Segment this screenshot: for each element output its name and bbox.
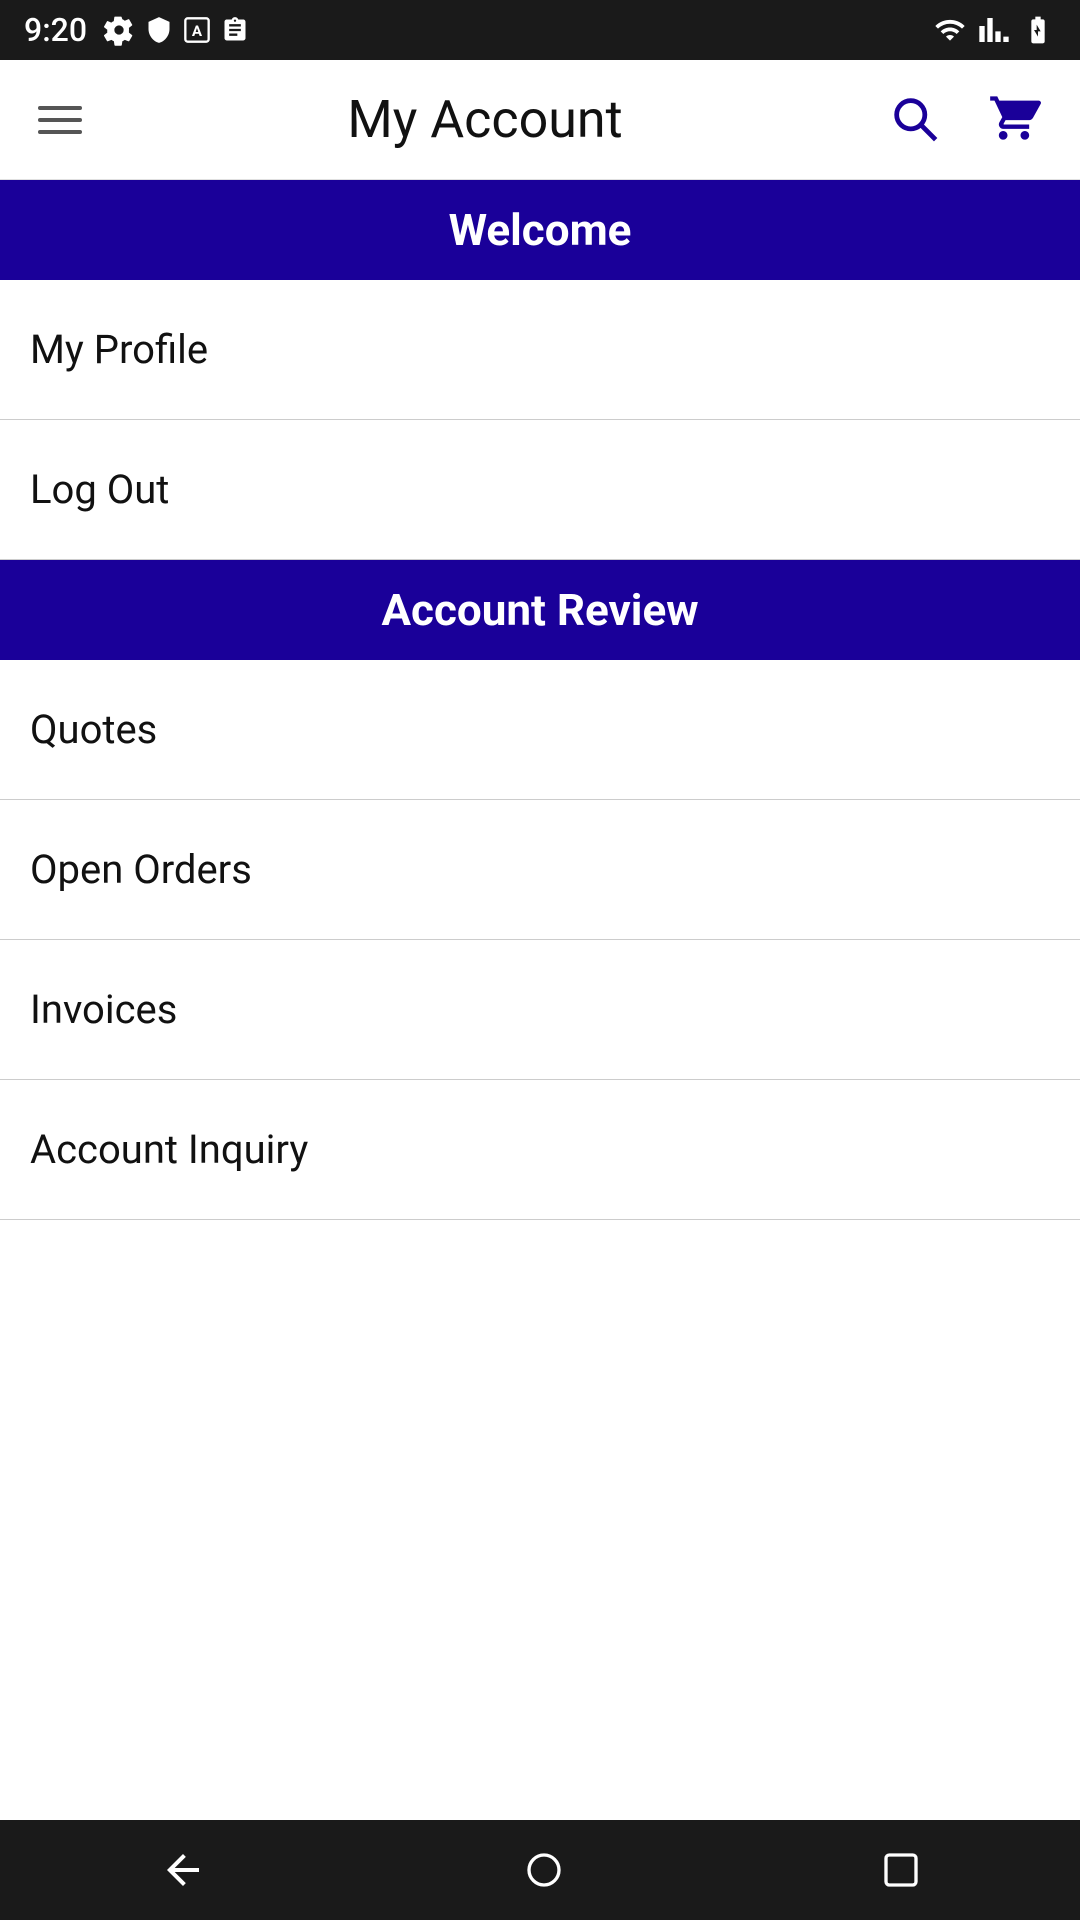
app-bar: My Account bbox=[0, 60, 1080, 180]
recents-icon bbox=[881, 1850, 921, 1890]
back-button[interactable] bbox=[159, 1846, 207, 1894]
status-icons-right bbox=[932, 14, 1056, 46]
account-review-header-text: Account Review bbox=[381, 584, 698, 636]
battery-icon bbox=[1020, 14, 1056, 46]
welcome-header-text: Welcome bbox=[449, 204, 632, 256]
recents-button[interactable] bbox=[881, 1850, 921, 1890]
hamburger-icon bbox=[38, 106, 82, 134]
hamburger-menu-button[interactable] bbox=[30, 98, 90, 142]
open-orders-item[interactable]: Open Orders bbox=[0, 800, 1080, 940]
open-orders-label: Open Orders bbox=[30, 846, 252, 893]
a-icon: A bbox=[183, 14, 211, 46]
svg-text:A: A bbox=[192, 22, 203, 40]
status-bar: 9:20 A bbox=[0, 0, 1080, 60]
bottom-navigation bbox=[0, 1820, 1080, 1920]
home-icon bbox=[524, 1850, 564, 1890]
wifi-icon bbox=[932, 14, 968, 46]
my-profile-item[interactable]: My Profile bbox=[0, 280, 1080, 420]
cart-icon bbox=[986, 92, 1042, 144]
invoices-item[interactable]: Invoices bbox=[0, 940, 1080, 1080]
invoices-label: Invoices bbox=[30, 986, 177, 1033]
welcome-section-header: Welcome bbox=[0, 180, 1080, 280]
search-button[interactable] bbox=[880, 84, 948, 155]
account-inquiry-label: Account Inquiry bbox=[30, 1126, 308, 1173]
page-title: My Account bbox=[347, 89, 622, 150]
settings-icon bbox=[103, 14, 135, 46]
quotes-item[interactable]: Quotes bbox=[0, 660, 1080, 800]
app-bar-actions bbox=[880, 84, 1050, 155]
my-profile-label: My Profile bbox=[30, 326, 208, 373]
clipboard-icon bbox=[221, 14, 249, 46]
status-bar-left: 9:20 A bbox=[24, 11, 249, 49]
quotes-label: Quotes bbox=[30, 706, 157, 753]
status-icons-left: A bbox=[103, 14, 249, 46]
back-icon bbox=[159, 1846, 207, 1894]
log-out-item[interactable]: Log Out bbox=[0, 420, 1080, 560]
cart-button[interactable] bbox=[978, 84, 1050, 155]
account-inquiry-item[interactable]: Account Inquiry bbox=[0, 1080, 1080, 1220]
log-out-label: Log Out bbox=[30, 466, 169, 513]
status-time: 9:20 bbox=[24, 11, 87, 49]
account-review-section-header: Account Review bbox=[0, 560, 1080, 660]
shield-icon bbox=[145, 14, 173, 46]
signal-icon bbox=[978, 14, 1010, 46]
home-button[interactable] bbox=[524, 1850, 564, 1890]
search-icon bbox=[888, 92, 940, 144]
